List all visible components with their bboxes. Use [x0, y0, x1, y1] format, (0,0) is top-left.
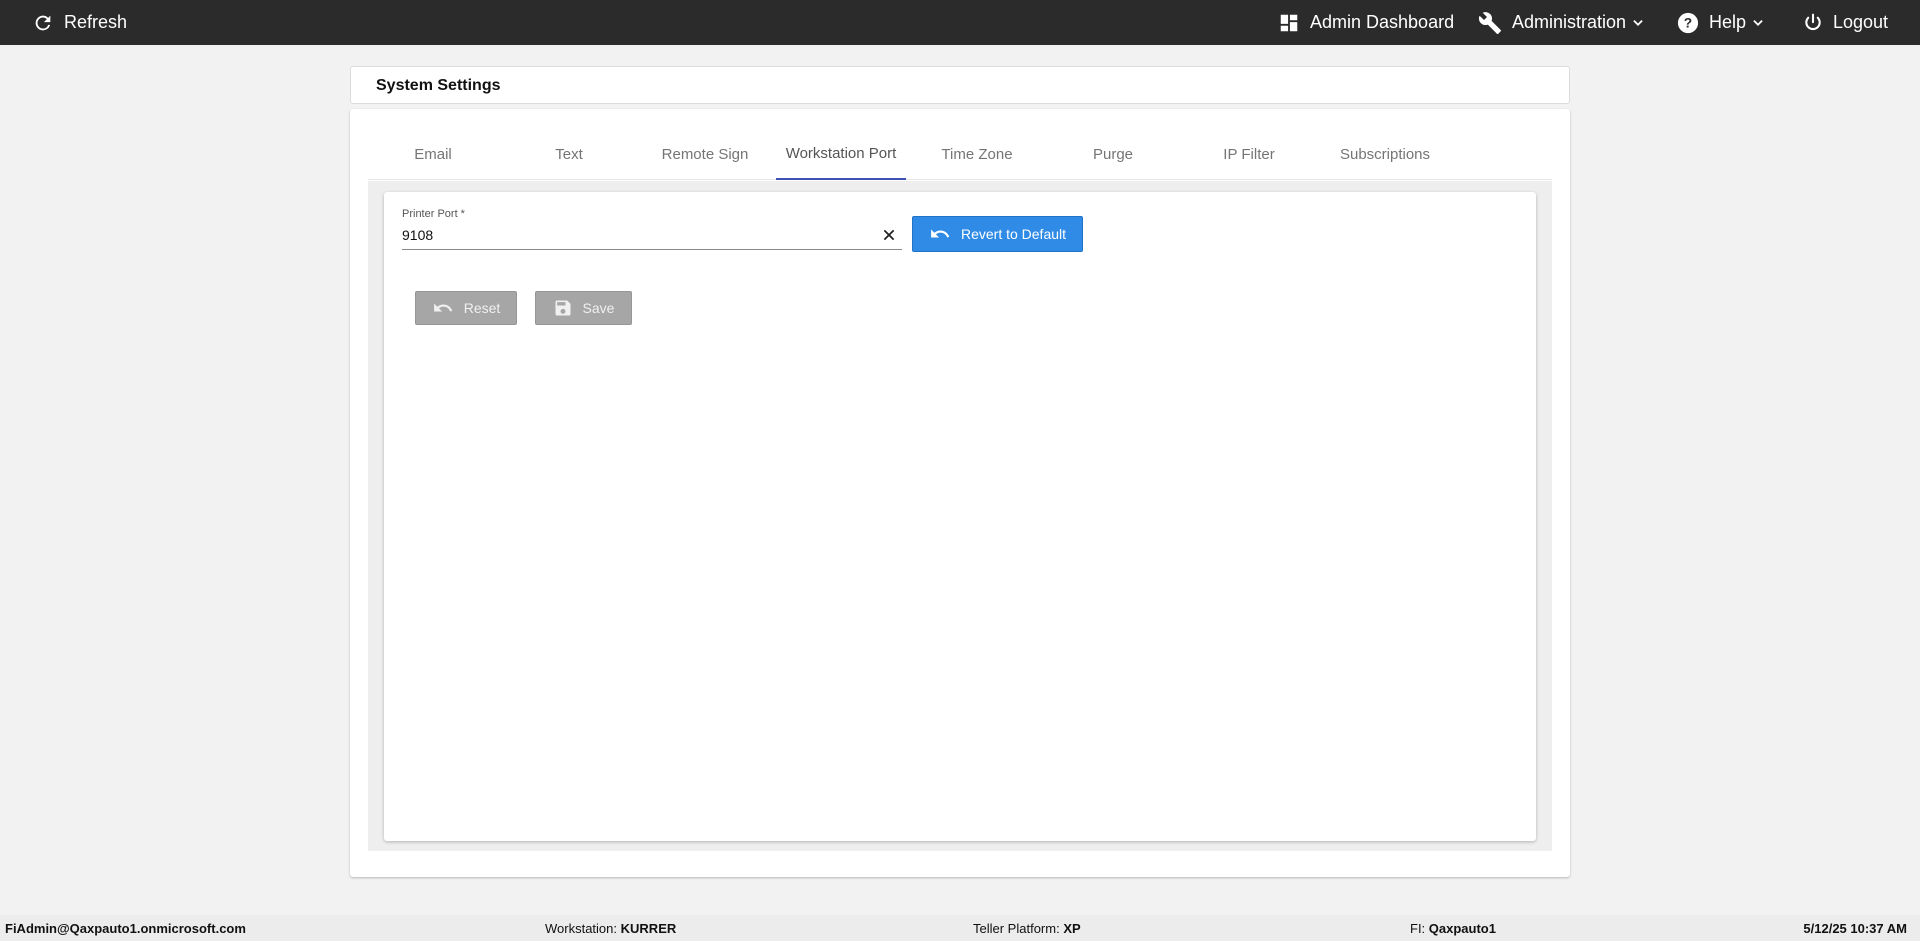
status-teller-label: Teller Platform:: [973, 921, 1060, 936]
settings-panel: Email Text Remote Sign Workstation Port …: [350, 109, 1570, 877]
tab-time-zone[interactable]: Time Zone: [912, 129, 1042, 180]
wrench-icon: [1478, 11, 1501, 34]
tab-text[interactable]: Text: [504, 129, 634, 180]
tab-workstation-port[interactable]: Workstation Port: [776, 129, 906, 180]
tab-text-label: Text: [555, 146, 583, 163]
status-bar: FiAdmin@Qaxpauto1.onmicrosoft.com Workst…: [0, 915, 1920, 941]
tab-remote-sign[interactable]: Remote Sign: [640, 129, 770, 180]
status-datetime: 5/12/25 10:37 AM: [1803, 921, 1907, 936]
tab-ip-filter-label: IP Filter: [1223, 146, 1275, 163]
dashboard-icon: [1280, 14, 1298, 31]
tab-subscriptions-label: Subscriptions: [1339, 146, 1431, 163]
save-button[interactable]: Save: [535, 291, 632, 325]
status-teller-platform: Teller Platform: XP: [973, 921, 1081, 936]
tab-remote-sign-label: Remote Sign: [661, 146, 749, 163]
refresh-button[interactable]: Refresh: [32, 0, 127, 45]
status-workstation: Workstation: KURRER: [545, 921, 676, 936]
status-fi-label: FI:: [1410, 921, 1426, 936]
help-icon: ?: [1677, 12, 1699, 33]
power-icon: [1805, 13, 1821, 30]
floppy-disk-icon: [555, 300, 571, 316]
reset-label: Reset: [463, 300, 501, 316]
status-datetime-value: 5/12/25 10:37 AM: [1803, 921, 1907, 936]
clear-icon[interactable]: [880, 226, 898, 244]
help-label: Help: [1709, 12, 1747, 32]
svg-text:?: ?: [1684, 15, 1692, 30]
tab-purge[interactable]: Purge: [1048, 129, 1178, 180]
top-nav-bar: Refresh Admin Dashboard Administration ?…: [0, 0, 1920, 45]
printer-port-field: Printer Port *: [402, 208, 902, 250]
save-label: Save: [582, 300, 615, 316]
status-user-value: FiAdmin@Qaxpauto1.onmicrosoft.com: [5, 921, 246, 936]
chevron-down-icon: [1753, 19, 1763, 26]
tab-time-zone-label: Time Zone: [941, 146, 1013, 163]
administration-menu[interactable]: Administration: [1478, 0, 1645, 45]
status-fi: FI: Qaxpauto1: [1410, 921, 1496, 936]
printer-port-label: Printer Port *: [402, 208, 465, 220]
status-teller-value: XP: [1063, 921, 1081, 936]
revert-label: Revert to Default: [960, 226, 1067, 242]
tab-purge-label: Purge: [1092, 146, 1134, 163]
undo-icon: [931, 229, 950, 238]
chevron-down-icon: [1633, 19, 1643, 26]
status-user: FiAdmin@Qaxpauto1.onmicrosoft.com: [5, 921, 246, 936]
page-title-card: System Settings: [350, 66, 1570, 104]
status-fi-value: Qaxpauto1: [1428, 921, 1496, 936]
reset-button[interactable]: Reset: [415, 291, 517, 325]
tab-email-label: Email: [414, 146, 452, 163]
revert-to-default-button[interactable]: Revert to Default: [912, 216, 1083, 252]
help-menu[interactable]: ? Help: [1677, 0, 1765, 45]
tab-ip-filter[interactable]: IP Filter: [1184, 129, 1314, 180]
printer-port-input[interactable]: [402, 224, 862, 246]
logout-button[interactable]: Logout: [1803, 0, 1888, 45]
tab-content-area: Printer Port * Revert to Default Reset S…: [368, 181, 1552, 851]
tab-email[interactable]: Email: [368, 129, 498, 180]
status-workstation-value: KURRER: [620, 921, 677, 936]
admin-dashboard-label: Admin Dashboard: [1310, 12, 1455, 32]
admin-dashboard-link[interactable]: Admin Dashboard: [1278, 0, 1454, 45]
tab-workstation-port-label: Workstation Port: [785, 145, 897, 162]
refresh-icon: [35, 15, 51, 30]
undo-icon: [433, 303, 453, 312]
tab-subscriptions[interactable]: Subscriptions: [1320, 129, 1450, 180]
settings-tabs: Email Text Remote Sign Workstation Port …: [368, 129, 1552, 180]
workstation-port-form: Printer Port * Revert to Default Reset S…: [384, 192, 1536, 841]
status-workstation-label: Workstation:: [545, 921, 618, 936]
page-title: System Settings: [376, 77, 501, 94]
refresh-label: Refresh: [64, 12, 128, 32]
logout-label: Logout: [1833, 12, 1889, 32]
administration-label: Administration: [1512, 12, 1627, 32]
